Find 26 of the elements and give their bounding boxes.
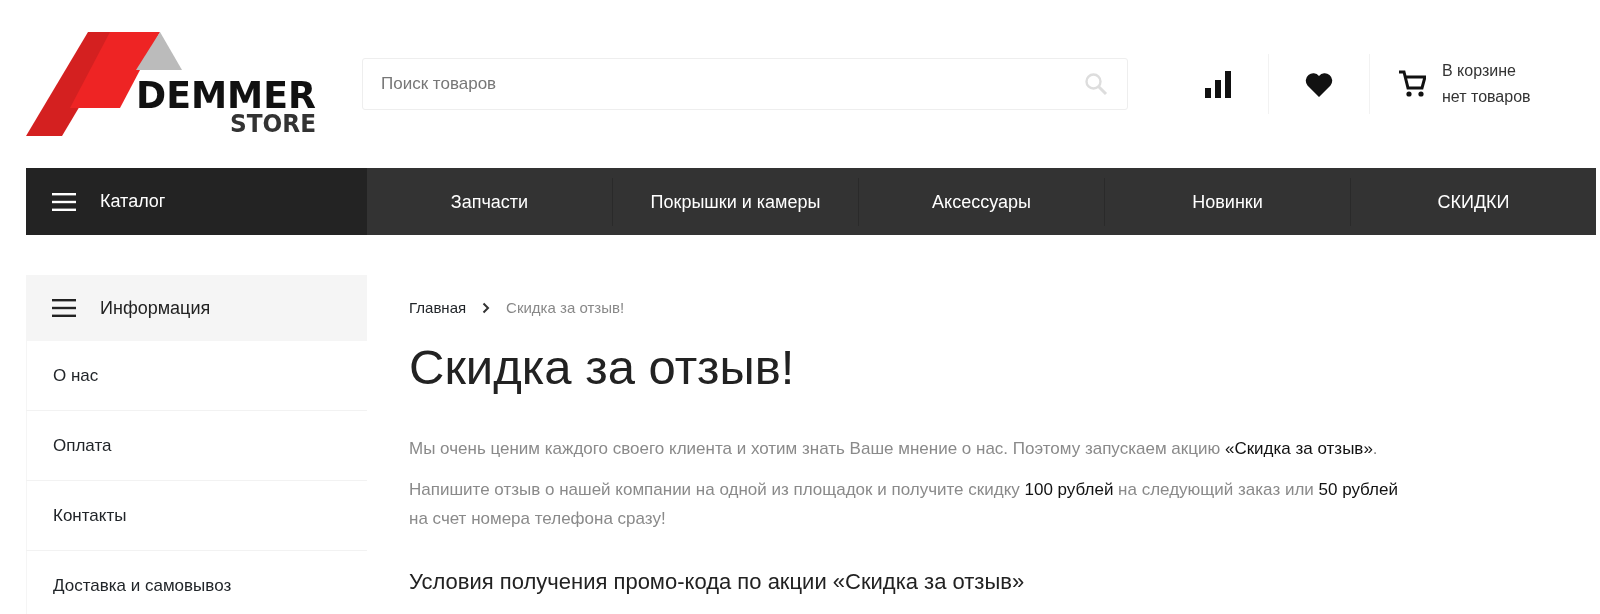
nav-link[interactable]: Новинки <box>1104 177 1350 226</box>
nav-link[interactable]: Покрышки и камеры <box>612 177 858 226</box>
menu-icon <box>52 299 76 317</box>
sidebar-title: Информация <box>100 296 211 320</box>
nav-link[interactable]: Аксессуары <box>858 177 1104 226</box>
logo[interactable]: DEMMER STORE <box>26 32 320 136</box>
heart-icon[interactable] <box>1305 71 1333 97</box>
sidebar-link[interactable]: О нас <box>26 341 367 411</box>
paragraph: Мы очень ценим каждого своего клиента и хотим знать Ваше мнение о нас. Поэтому запускаем акцию «Скидка за отзыв». <box>409 438 1379 461</box>
page-title: Скидка за отзыв! <box>409 338 796 396</box>
cart-icon[interactable] <box>1398 70 1426 98</box>
chevron-right-icon <box>482 302 491 315</box>
search-field[interactable]: Поиск товаров <box>362 58 1128 110</box>
cart-status: нет товаров <box>1442 87 1531 107</box>
bar-chart-icon[interactable] <box>1204 70 1232 98</box>
sidebar-link[interactable]: Контакты <box>26 481 367 551</box>
sidebar-link[interactable]: Оплата <box>26 411 367 481</box>
breadcrumb-link[interactable]: Главная <box>409 297 467 320</box>
section-heading: Условия получения промо-кода по акции «Скидка за отзыв» <box>409 569 1026 596</box>
cart-label: В корзине <box>1442 61 1517 81</box>
nav-link[interactable]: СКИДКИ <box>1350 177 1596 226</box>
menu-icon <box>52 192 76 211</box>
breadcrumb-current: Скидка за отзыв! <box>506 298 625 318</box>
catalog-button[interactable]: Каталог <box>26 168 367 235</box>
nav-link[interactable]: Запчасти <box>367 177 612 226</box>
paragraph: Напишите отзыв о нашей компании на одной из площадок и получите скидку 100 рублей на следующий заказ или 50 рублей на счет номера телефона сразу! <box>409 479 1399 531</box>
